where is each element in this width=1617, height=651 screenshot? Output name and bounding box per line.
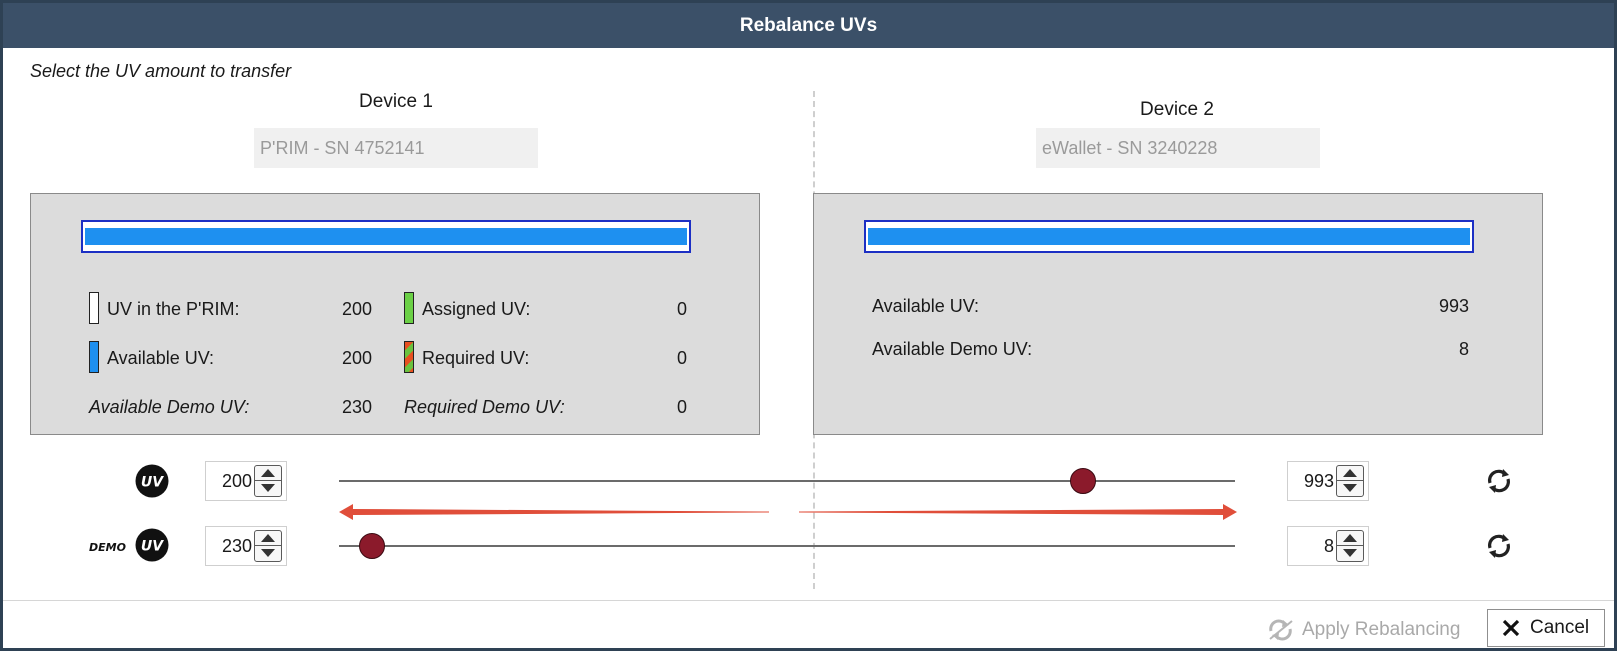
apply-rebalancing-label: Apply Rebalancing [1302,619,1461,640]
required-uv-value: 0 [676,348,687,368]
uv-left-value[interactable]: 200 [206,462,252,500]
available-uv-value: 200 [341,348,372,368]
demo-badge-prefix: DEMO [89,541,126,554]
uv-left-spin-buttons [254,465,282,497]
available-demo-uv-label: Available Demo UV: [89,397,250,417]
apply-rebalancing-button[interactable]: Apply Rebalancing [1268,611,1460,649]
rebalance-arrows-icon [1269,619,1293,641]
arrow-up-icon [261,469,275,477]
available-uv-swatch [89,341,99,373]
uv-left-increment-button[interactable] [255,466,281,481]
demo-uv-slider-thumb[interactable] [359,533,386,559]
instruction-text: Select the UV amount to transfer [30,61,292,81]
device2-available-demo-uv-label: Available Demo UV: [872,339,1033,359]
uv-right-stepper[interactable]: 993 [1287,461,1369,501]
demo-uv-left-spin-buttons [254,530,282,562]
available-uv-label: Available UV: [107,348,215,368]
uv-badge-text: UV [141,475,164,491]
arrow-down-icon [1343,484,1357,492]
demo-uv-left-decrement-button[interactable] [255,546,281,561]
arrow-down-icon [1343,549,1357,557]
required-uv-swatch [404,341,414,373]
device1-title: Device 1 [359,91,433,112]
required-demo-uv-label: Required Demo UV: [404,397,565,417]
demo-uv-badge-text: UV [141,539,164,555]
device2-panel: Available UV: 993 Available Demo UV: 8 [813,193,1543,435]
assigned-uv-value: 0 [676,299,687,319]
demo-uv-badge-icon: DEMO UV [89,528,169,562]
assigned-uv-label: Assigned UV: [422,299,531,319]
demo-uv-left-stepper[interactable]: 230 [205,526,287,566]
transfer-direction-arrows [339,504,1237,520]
arrow-up-icon [261,534,275,542]
device1-uv-bar [81,220,691,253]
required-uv-label: Required UV: [422,348,530,368]
uv-in-prim-label: UV in the P'RIM: [107,299,240,319]
device2-uv-bar-fill [868,228,1470,245]
device2-available-uv-value: 993 [1438,296,1469,316]
device2-name-field: eWallet - SN 3240228 [1036,128,1320,168]
demo-uv-left-increment-button[interactable] [255,531,281,546]
device1-uv-bar-fill [85,228,687,245]
demo-uv-right-spin-buttons [1336,530,1364,562]
demo-uv-reset-icon[interactable] [1484,531,1514,561]
demo-uv-right-stepper[interactable]: 8 [1287,526,1369,566]
cancel-button[interactable]: Cancel [1487,609,1605,647]
assigned-uv-swatch [404,292,414,324]
arrow-down-icon [261,484,275,492]
demo-uv-left-value[interactable]: 230 [206,527,252,565]
uv-right-spin-buttons [1336,465,1364,497]
demo-uv-right-value[interactable]: 8 [1288,527,1334,565]
footer-divider [3,600,1614,601]
uv-in-prim-swatch [89,292,99,324]
device1-name-field: P'RIM - SN 4752141 [254,128,538,168]
demo-uv-slider-track[interactable] [339,545,1235,547]
uv-slider-track[interactable] [339,480,1235,482]
available-demo-uv-value: 230 [341,397,372,417]
rebalance-dialog: Rebalance UVs Select the UV amount to tr… [0,0,1617,651]
device2-available-demo-uv-value: 8 [1458,339,1469,359]
arrow-down-icon [261,549,275,557]
device1-panel: UV in the P'RIM: 200 Available UV: 200 A… [30,193,760,435]
device2-title: Device 2 [1140,99,1214,120]
arrow-up-icon [1343,469,1357,477]
uv-slider-thumb[interactable] [1069,468,1096,494]
window-title: Rebalance UVs [3,3,1614,48]
close-icon [1502,619,1520,637]
required-demo-uv-value: 0 [676,397,687,417]
device2-uv-bar [864,220,1474,253]
device2-available-uv-label: Available UV: [872,296,980,316]
uv-badge-icon: UV [135,464,169,498]
uv-left-stepper[interactable]: 200 [205,461,287,501]
uv-left-decrement-button[interactable] [255,481,281,496]
cancel-label: Cancel [1530,617,1590,638]
arrow-up-icon [1343,534,1357,542]
uv-in-prim-value: 200 [341,299,372,319]
demo-uv-right-decrement-button[interactable] [1337,546,1363,561]
uv-right-value[interactable]: 993 [1288,462,1334,500]
arrow-left-icon [339,504,769,520]
uv-right-decrement-button[interactable] [1337,481,1363,496]
arrow-right-icon [799,504,1237,520]
demo-uv-right-increment-button[interactable] [1337,531,1363,546]
uv-reset-icon[interactable] [1484,466,1514,496]
uv-right-increment-button[interactable] [1337,466,1363,481]
